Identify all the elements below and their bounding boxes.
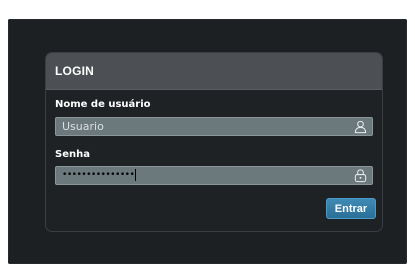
login-panel: LOGIN Nome de usuário Senha ••••••••••••… <box>45 52 383 232</box>
username-field[interactable] <box>55 117 373 136</box>
lock-icon <box>354 169 367 183</box>
password-value: ••••••••••••••• <box>62 170 135 180</box>
password-field[interactable]: ••••••••••••••• <box>55 166 373 185</box>
text-caret <box>135 168 137 181</box>
password-label: Senha <box>55 149 90 160</box>
login-screen: LOGIN Nome de usuário Senha ••••••••••••… <box>8 19 407 264</box>
password-input[interactable]: ••••••••••••••• <box>62 167 137 184</box>
login-button[interactable]: Entrar <box>326 198 376 219</box>
username-input[interactable] <box>56 118 341 135</box>
login-title: LOGIN <box>55 64 94 78</box>
username-label: Nome de usuário <box>55 99 151 110</box>
user-icon <box>354 120 367 134</box>
login-panel-header: LOGIN <box>46 53 382 90</box>
